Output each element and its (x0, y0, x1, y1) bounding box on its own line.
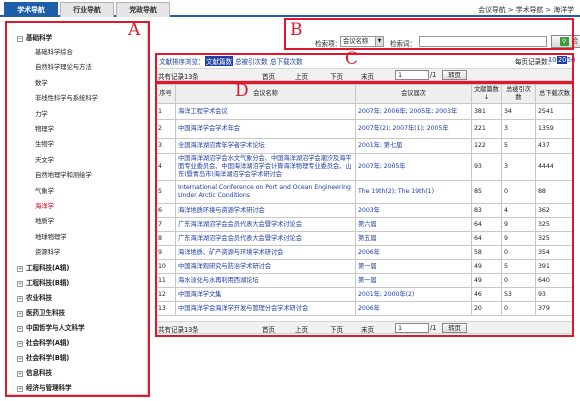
annotation-label-d: D (235, 81, 249, 101)
annotation-box-d (155, 82, 574, 337)
annotation-box-b (284, 18, 574, 50)
breadcrumb: 会议导航 > 学术导航 > 海洋学 (478, 6, 574, 14)
tab-academic[interactable]: 学术导航 (4, 2, 58, 17)
annotation-label-c: C (345, 49, 358, 69)
annotation-box-c (155, 53, 574, 83)
annotation-label-a: A (128, 20, 141, 40)
annotation-label-b: B (290, 20, 303, 40)
top-nav: 学术导航 行业导航 党政导航 会议导航 > 学术导航 > 海洋学 (0, 0, 580, 17)
annotation-box-a (5, 21, 150, 397)
tab-government[interactable]: 党政导航 (116, 2, 170, 17)
tab-industry[interactable]: 行业导航 (60, 2, 114, 17)
